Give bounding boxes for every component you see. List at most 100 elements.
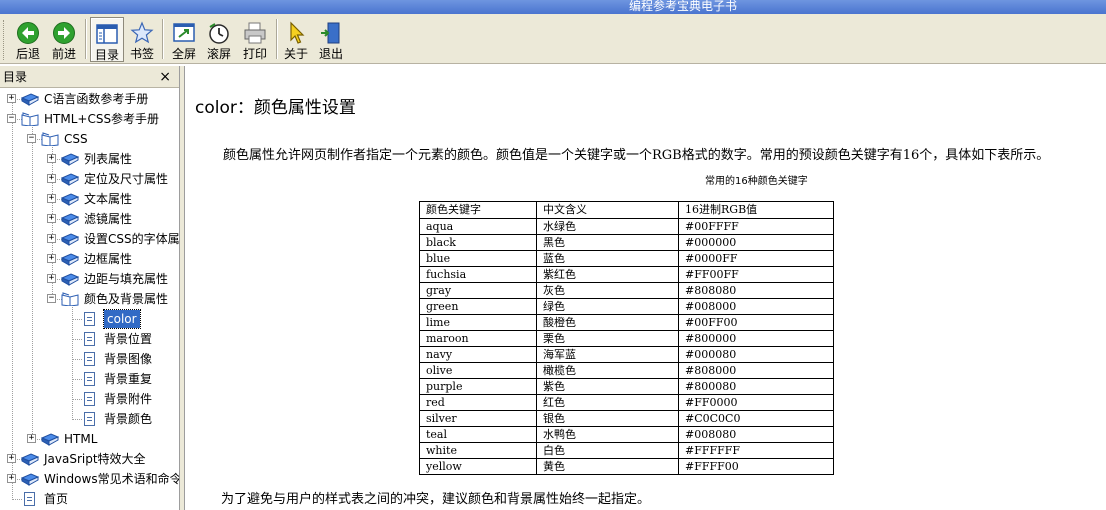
hex-cell: #008080 — [678, 426, 834, 443]
meaning-cell: 紫红色 — [536, 266, 679, 283]
keyword-cell: red — [419, 394, 537, 411]
keyword-cell: lime — [419, 314, 537, 331]
tree-item[interactable]: − 颜色及背景属性 — [0, 289, 179, 309]
about-button[interactable]: 关于 — [281, 17, 311, 62]
table-row: fuchsia 紫红色 #FF00FF — [419, 266, 834, 283]
forward-arrow-icon — [53, 22, 75, 44]
tree-item[interactable]: 首页 — [0, 489, 179, 508]
tree-item[interactable]: − CSS — [0, 129, 179, 149]
meaning-cell: 水绿色 — [536, 218, 679, 235]
keyword-cell: white — [419, 442, 537, 459]
keyword-cell: fuchsia — [419, 266, 537, 283]
tree-item[interactable]: color — [0, 309, 179, 329]
closed-book-icon — [61, 233, 79, 246]
close-icon[interactable]: × — [159, 66, 171, 88]
expand-toggle-icon[interactable]: + — [47, 234, 56, 243]
toc-header: 目录 × — [0, 66, 179, 88]
star-icon — [130, 21, 154, 44]
tree-item-label: color — [103, 309, 141, 329]
tree-item-label: 背景附件 — [104, 392, 153, 406]
scroll-button-label: 滚屏 — [206, 47, 231, 61]
hex-cell: #FF0000 — [678, 394, 834, 411]
table-row: navy 海军蓝 #000080 — [419, 346, 834, 363]
pointer-icon — [290, 21, 305, 44]
hex-cell: #C0C0C0 — [678, 410, 834, 427]
meaning-cell: 灰色 — [536, 282, 679, 299]
window-title-bar: 编程参考宝典电子书 — [0, 0, 1106, 14]
scroll-button[interactable]: 滚屏 — [203, 17, 235, 62]
toolbar-grip[interactable] — [3, 20, 6, 60]
expand-toggle-icon[interactable]: + — [47, 254, 56, 263]
tree-item-label: 滤镜属性 — [84, 212, 133, 226]
toolbar: 后退 前进 目录 书签 全屏 滚屏 打印 关于 退出 — [0, 14, 1106, 64]
keyword-cell: silver — [419, 410, 537, 427]
closed-book-icon — [21, 93, 39, 106]
expand-toggle-icon[interactable]: + — [47, 154, 56, 163]
expand-toggle-icon[interactable]: + — [47, 174, 56, 183]
exit-button[interactable]: 退出 — [315, 17, 347, 62]
table-row: black 黑色 #000000 — [419, 234, 834, 251]
back-button[interactable]: 后退 — [10, 17, 46, 62]
collapse-toggle-icon[interactable]: − — [27, 134, 36, 143]
hex-cell: #FF00FF — [678, 266, 834, 283]
closed-book-icon — [61, 193, 79, 206]
panel-splitter[interactable] — [180, 66, 185, 510]
forward-button[interactable]: 前进 — [46, 17, 82, 62]
about-button-label: 关于 — [283, 47, 308, 61]
tree-item-label: Windows常见术语和命令 — [44, 472, 179, 486]
tree-item[interactable]: 背景重复 — [0, 369, 179, 389]
toc-button[interactable]: 目录 — [90, 17, 124, 62]
closed-book-icon — [21, 473, 39, 486]
table-row: aqua 水绿色 #00FFFF — [419, 218, 834, 235]
table-row: maroon 栗色 #800000 — [419, 330, 834, 347]
tree-item[interactable]: 背景图像 — [0, 349, 179, 369]
tree-item-label: 背景位置 — [104, 332, 153, 346]
meaning-cell: 白色 — [536, 442, 679, 459]
expand-toggle-icon[interactable]: + — [7, 454, 16, 463]
expand-toggle-icon[interactable]: + — [7, 94, 16, 103]
keyword-cell: maroon — [419, 330, 537, 347]
meaning-cell: 蓝色 — [536, 250, 679, 267]
tree-item[interactable]: + 设置CSS的字体属 — [0, 229, 179, 249]
tree-item-label: 颜色及背景属性 — [84, 292, 169, 306]
column-header: 颜色关键字 — [419, 201, 537, 219]
tree-item[interactable]: + C语言函数参考手册 — [0, 89, 179, 109]
expand-toggle-icon[interactable]: + — [27, 434, 36, 443]
tree-item[interactable]: + 边距与填充属性 — [0, 269, 179, 289]
tree-item[interactable]: + 定位及尺寸属性 — [0, 169, 179, 189]
expand-toggle-icon[interactable]: + — [47, 194, 56, 203]
bookmark-button[interactable]: 书签 — [126, 17, 158, 62]
tree-item[interactable]: − HTML+CSS参考手册 — [0, 109, 179, 129]
keyword-cell: aqua — [419, 218, 537, 235]
fullscreen-button[interactable]: 全屏 — [168, 17, 200, 62]
tree-item[interactable]: + 文本属性 — [0, 189, 179, 209]
tree-item[interactable]: 背景附件 — [0, 389, 179, 409]
tree-item[interactable]: + Windows常见术语和命令 — [0, 469, 179, 489]
hex-cell: #FFFFFF — [678, 442, 834, 459]
tree-item[interactable]: + HTML — [0, 429, 179, 449]
tree-item-label: C语言函数参考手册 — [44, 92, 149, 106]
expand-toggle-icon[interactable]: + — [7, 474, 16, 483]
meaning-cell: 紫色 — [536, 378, 679, 395]
collapse-toggle-icon[interactable]: − — [7, 114, 16, 123]
color-keyword-table: 颜色关键字 中文含义 16进制RGB值 aqua 水绿色 #00FFFF black 黑… — [419, 201, 834, 475]
meaning-cell: 水鸭色 — [536, 426, 679, 443]
tree-item-label: 背景图像 — [104, 352, 153, 366]
table-row: yellow 黄色 #FFFF00 — [419, 458, 834, 475]
toolbar-separator — [162, 19, 164, 59]
hex-cell: #800080 — [678, 378, 834, 395]
tree-item-label: 背景颜色 — [104, 412, 153, 426]
tree-item[interactable]: + 列表属性 — [0, 149, 179, 169]
tree-item[interactable]: + 边框属性 — [0, 249, 179, 269]
tree-item[interactable]: 背景位置 — [0, 329, 179, 349]
print-button[interactable]: 打印 — [239, 17, 271, 62]
tree-item[interactable]: + JavaSript特效大全 — [0, 449, 179, 469]
back-arrow-icon — [17, 22, 39, 44]
window-title: 编程参考宝典电子书 — [628, 0, 737, 13]
tree-item[interactable]: + 滤镜属性 — [0, 209, 179, 229]
expand-toggle-icon[interactable]: + — [47, 274, 56, 283]
collapse-toggle-icon[interactable]: − — [47, 294, 56, 303]
tree-item[interactable]: 背景颜色 — [0, 409, 179, 429]
page-icon — [84, 312, 95, 326]
expand-toggle-icon[interactable]: + — [47, 214, 56, 223]
